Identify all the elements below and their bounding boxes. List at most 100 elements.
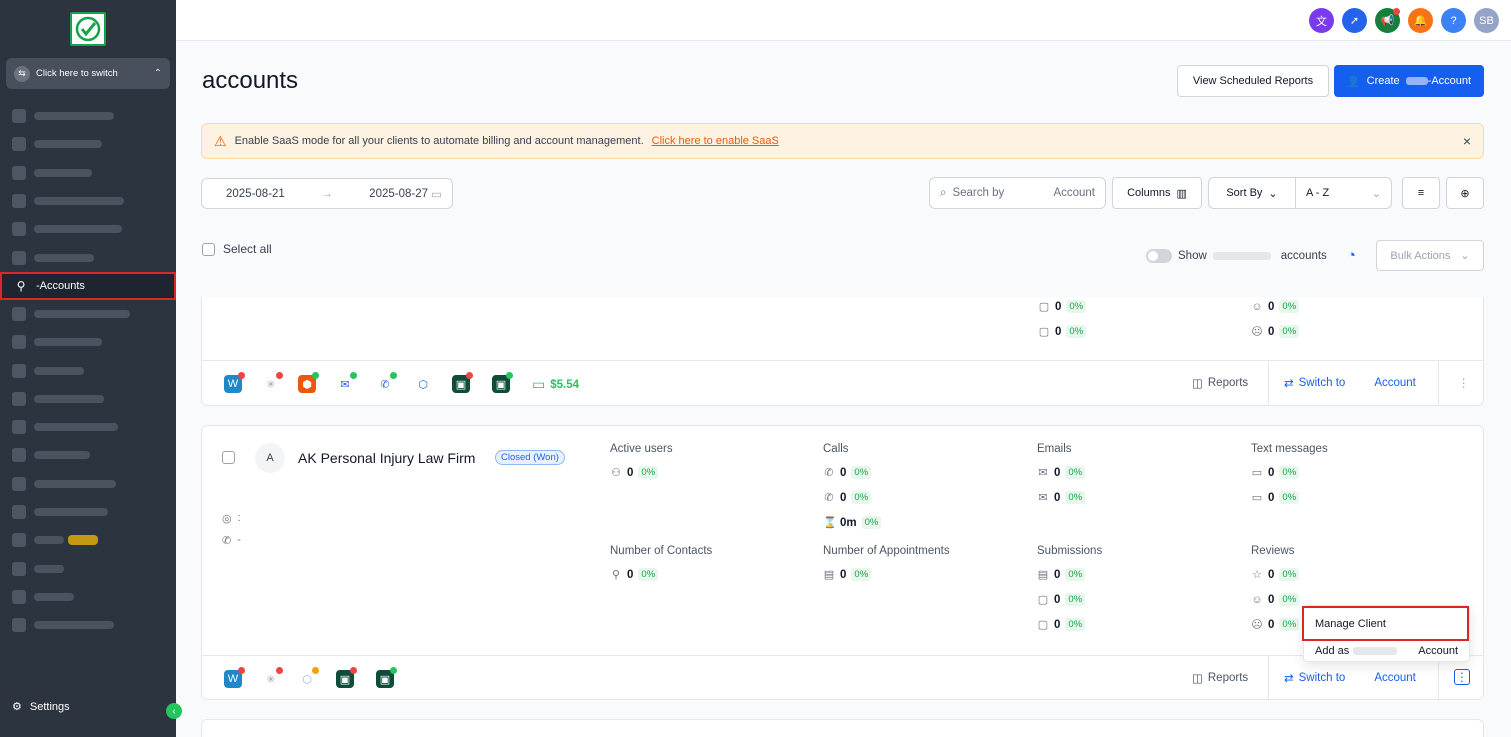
redacted-text xyxy=(34,508,108,516)
rocket-icon[interactable]: ➚ xyxy=(1342,8,1367,33)
close-icon[interactable]: × xyxy=(1463,133,1471,149)
stat-sms-outbound: ▭ 0 0% xyxy=(1251,491,1300,504)
redacted-text xyxy=(1353,647,1398,655)
users-icon: ⚇ xyxy=(611,467,621,479)
sort-by-button[interactable]: Sort By ⌄ xyxy=(1208,177,1296,209)
sidebar-item[interactable] xyxy=(0,385,176,413)
sidebar-item[interactable] xyxy=(0,328,176,356)
wordpress-icon[interactable]: W xyxy=(224,372,245,393)
sort-select[interactable]: A - Z ⌄ xyxy=(1295,177,1392,209)
app-icon[interactable]: ▣ xyxy=(492,372,513,393)
account-checkbox[interactable] xyxy=(222,451,235,464)
gear-icon: ⚙ xyxy=(12,701,22,713)
stat-emails-outbound: ✉ 0 0% xyxy=(1037,491,1086,504)
search-input[interactable]: ⌕ Search by Account xyxy=(929,177,1106,209)
integration-icon[interactable]: ✳ xyxy=(262,372,283,393)
sidebar-item[interactable] xyxy=(0,498,176,526)
account-card xyxy=(201,719,1484,737)
wordpress-icon[interactable]: W xyxy=(224,667,245,688)
create-account-button[interactable]: 👤 Create -Account xyxy=(1334,65,1484,97)
switcher-label: Click here to switch xyxy=(36,68,118,79)
stat-value: 0 xyxy=(1054,491,1061,504)
show-accounts-toggle[interactable]: Show accounts ◔ xyxy=(1146,247,1356,264)
switch-icon: ⇄ xyxy=(1284,378,1294,390)
sidebar-item[interactable] xyxy=(0,215,176,243)
sidebar-item[interactable] xyxy=(0,243,176,271)
account-switcher[interactable]: ⇆ Click here to switch ⌃ xyxy=(6,58,170,89)
stat-submissions-quiz: ▢ 0 0% xyxy=(1037,618,1086,631)
bell-icon[interactable]: 🔔 xyxy=(1408,8,1433,33)
app-icon[interactable]: ▣ xyxy=(336,667,357,688)
manage-client-menu-item[interactable]: Manage Client xyxy=(1302,606,1469,641)
saas-alert: ⚠ Enable SaaS mode for all your clients … xyxy=(201,123,1484,159)
bulk-actions-dropdown[interactable]: Bulk Actions ⌄ xyxy=(1376,240,1484,271)
date-range-picker[interactable]: 2025-08-21 → 2025-08-27 ▭ xyxy=(201,178,453,209)
sidebar-item[interactable] xyxy=(0,526,176,554)
mail-icon: ✉ xyxy=(1038,467,1048,479)
translate-icon[interactable]: 文 xyxy=(1309,8,1334,33)
frown-icon: ☹ xyxy=(1251,619,1263,631)
megaphone-icon[interactable]: 📢 xyxy=(1375,8,1400,33)
reports-button[interactable]: ◫ Reports xyxy=(1192,671,1248,685)
stat-reviews-total: ☆ 0 0% xyxy=(1251,568,1300,581)
app-icon[interactable]: ▣ xyxy=(452,372,473,393)
sidebar-nav: ⚲ -Accounts xyxy=(0,102,176,639)
stat-value: 0 xyxy=(1268,593,1275,606)
sidebar-item-settings[interactable]: ⚙ Settings xyxy=(12,700,70,714)
select-all-checkbox[interactable] xyxy=(202,242,215,256)
more-options-button[interactable]: ⋮ xyxy=(1454,669,1470,685)
user-avatar[interactable]: SB xyxy=(1474,8,1499,33)
columns-button[interactable]: Columns ▥ xyxy=(1112,177,1202,209)
sidebar-item-accounts[interactable]: ⚲ -Accounts xyxy=(0,271,176,300)
sidebar-item[interactable] xyxy=(0,300,176,328)
sidebar-item[interactable] xyxy=(0,159,176,187)
hexagon-icon[interactable]: ⬡ xyxy=(414,375,432,393)
sidebar-item[interactable] xyxy=(0,583,176,611)
nav-icon xyxy=(12,505,26,519)
integration-icon[interactable]: ✳ xyxy=(262,667,283,688)
switch-to-account-button[interactable]: ⇄ Switch to Account xyxy=(1284,376,1416,390)
app-icon[interactable]: ▣ xyxy=(376,667,397,688)
account-card: A AK Personal Injury Law Firm Closed (Wo… xyxy=(201,425,1484,700)
reports-button[interactable]: ◫ Reports xyxy=(1192,376,1248,390)
settings-label: Settings xyxy=(29,700,70,713)
shield-icon[interactable]: ⬢ xyxy=(298,372,319,393)
sidebar-item[interactable] xyxy=(0,356,176,384)
sidebar-item[interactable] xyxy=(0,441,176,469)
location-text: : xyxy=(237,512,241,524)
wallet-balance[interactable]: ▭ $5.54 xyxy=(532,376,579,393)
stat-percent: 0% xyxy=(1065,618,1086,631)
switch-to-account-button[interactable]: ⇄ Switch to Account xyxy=(1284,671,1416,685)
phone-icon[interactable]: ✆ xyxy=(376,372,397,393)
sidebar-item[interactable] xyxy=(0,413,176,441)
sidebar-item[interactable] xyxy=(0,554,176,582)
sidebar-item[interactable] xyxy=(0,102,176,130)
refresh-clock-icon[interactable]: ◔ xyxy=(1347,247,1356,264)
enable-saas-link[interactable]: Click here to enable SaaS xyxy=(652,135,779,147)
label-active-users: Active users xyxy=(610,443,673,455)
select-all-label: Select all xyxy=(223,242,272,256)
search-placeholder: Search by xyxy=(952,187,1005,199)
user-icon: ⚲ xyxy=(611,569,621,581)
sidebar-item[interactable] xyxy=(0,130,176,158)
sidebar-item[interactable] xyxy=(0,187,176,215)
filter-button[interactable]: ≡ xyxy=(1402,177,1440,209)
sidebar-item[interactable] xyxy=(0,611,176,639)
sidebar-item[interactable] xyxy=(0,470,176,498)
toggle-switch[interactable] xyxy=(1146,248,1172,263)
stat-value: 0 xyxy=(1268,325,1275,338)
add-as-account-menu-item[interactable]: Add as Account xyxy=(1304,637,1469,665)
download-button[interactable]: ⊕ xyxy=(1446,177,1484,209)
select-all[interactable]: Select all xyxy=(202,242,272,256)
view-scheduled-reports-button[interactable]: View Scheduled Reports xyxy=(1177,65,1329,97)
hexagon-icon[interactable]: ⬡ xyxy=(298,667,319,688)
more-options-button[interactable]: ⋮ xyxy=(1458,376,1470,390)
stat-percent: 0% xyxy=(1065,466,1086,479)
account-name[interactable]: AK Personal Injury Law Firm xyxy=(298,450,475,466)
more-vertical-icon: ⋮ xyxy=(1456,672,1468,684)
stat-reviews-negative: ☹ 0 0% xyxy=(1251,618,1300,631)
stat-appointments: ▤ 0 0% xyxy=(823,568,872,581)
help-icon[interactable]: ? xyxy=(1441,8,1466,33)
nav-icon xyxy=(12,448,26,463)
email-icon[interactable]: ✉ xyxy=(336,372,357,393)
